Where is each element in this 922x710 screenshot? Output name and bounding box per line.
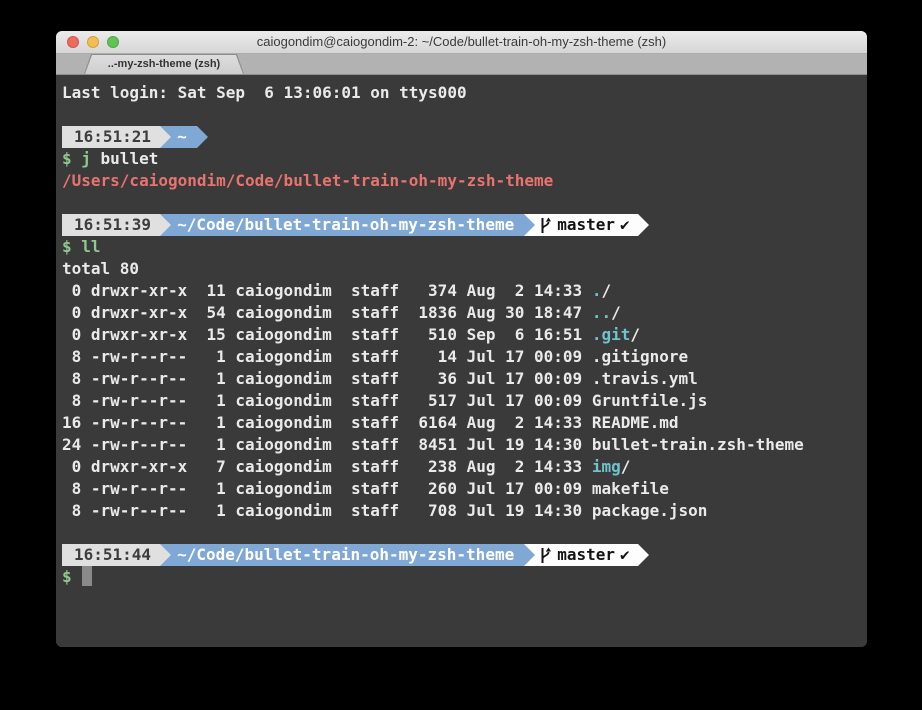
listing-row-meta: 8 -rw-r--r-- 1 caiogondim staff 14 Jul 1… <box>62 347 592 366</box>
listing-dir-slash: / <box>630 325 640 344</box>
listing-row-meta: 8 -rw-r--r-- 1 caiogondim staff 708 Jul … <box>62 501 592 520</box>
window-title: caiogondim@caiogondim-2: ~/Code/bullet-t… <box>56 31 867 53</box>
jump-output-line: /Users/caiogondim/Code/bullet-train-oh-m… <box>62 170 867 192</box>
powerline-arrow-icon <box>638 544 649 566</box>
zoom-button[interactable] <box>107 36 119 48</box>
prompt-git-segment: master ✔ <box>535 214 637 236</box>
cursor-line[interactable]: $ <box>62 566 867 588</box>
listing-file-name: .gitignore <box>592 347 688 366</box>
last-login-line: Last login: Sat Sep 6 13:06:01 on ttys00… <box>62 82 867 104</box>
listing-file-name: Gruntfile.js <box>592 391 708 410</box>
git-clean-check-icon: ✔ <box>620 544 630 566</box>
listing-row-meta: 16 -rw-r--r-- 1 caiogondim staff 6164 Au… <box>62 413 592 432</box>
text-cursor <box>82 566 92 586</box>
listing-file-name: makefile <box>592 479 669 498</box>
listing-row: 0 drwxr-xr-x 54 caiogondim staff 1836 Au… <box>62 302 867 324</box>
prompt-time-segment: 16:51:39 <box>62 214 160 236</box>
listing-row-meta: 0 drwxr-xr-x 54 caiogondim staff 1836 Au… <box>62 303 592 322</box>
prompt-symbol: $ <box>62 237 72 256</box>
file-listing: 0 drwxr-xr-x 11 caiogondim staff 374 Aug… <box>62 280 867 522</box>
prompt-row-1: 16:51:21 ~ <box>62 126 867 148</box>
prompt-time-segment: 16:51:44 <box>62 544 160 566</box>
tab-label: ..-my-zsh-theme (zsh) <box>85 55 243 74</box>
prompt-git-segment: master ✔ <box>535 544 637 566</box>
listing-row: 0 drwxr-xr-x 7 caiogondim staff 238 Aug … <box>62 456 867 478</box>
traffic-lights <box>67 36 119 48</box>
listing-row: 8 -rw-r--r-- 1 caiogondim staff 14 Jul 1… <box>62 346 867 368</box>
git-branch-name: master <box>557 544 615 566</box>
listing-file-name: .. <box>592 303 611 322</box>
blank-line <box>62 104 867 126</box>
listing-row: 8 -rw-r--r-- 1 caiogondim staff 260 Jul … <box>62 478 867 500</box>
listing-row-meta: 8 -rw-r--r-- 1 caiogondim staff 36 Jul 1… <box>62 369 592 388</box>
blank-line <box>62 522 867 544</box>
command-args: bullet <box>91 149 158 168</box>
prompt-time-segment: 16:51:21 <box>62 126 160 148</box>
git-clean-check-icon: ✔ <box>620 214 630 236</box>
listing-row: 8 -rw-r--r-- 1 caiogondim staff 36 Jul 1… <box>62 368 867 390</box>
prompt-path-segment: ~/Code/bullet-train-oh-my-zsh-theme <box>171 214 524 236</box>
listing-file-name: bullet-train.zsh-theme <box>592 435 804 454</box>
git-branch-icon <box>539 547 552 564</box>
powerline-arrow-icon <box>524 214 535 236</box>
close-button[interactable] <box>67 36 79 48</box>
listing-row: 24 -rw-r--r-- 1 caiogondim staff 8451 Ju… <box>62 434 867 456</box>
listing-dir-slash: / <box>601 281 611 300</box>
listing-file-name: README.md <box>592 413 679 432</box>
listing-row-meta: 0 drwxr-xr-x 11 caiogondim staff 374 Aug… <box>62 281 592 300</box>
command-line-2: $ ll <box>62 236 867 258</box>
listing-file-name: package.json <box>592 501 708 520</box>
powerline-arrow-icon <box>160 214 171 236</box>
listing-row-meta: 8 -rw-r--r-- 1 caiogondim staff 260 Jul … <box>62 479 592 498</box>
listing-row: 0 drwxr-xr-x 11 caiogondim staff 374 Aug… <box>62 280 867 302</box>
powerline-arrow-icon <box>638 214 649 236</box>
listing-total-line: total 80 <box>62 258 867 280</box>
command-text: ll <box>72 237 101 256</box>
listing-row-meta: 24 -rw-r--r-- 1 caiogondim staff 8451 Ju… <box>62 435 592 454</box>
blank-line <box>62 192 867 214</box>
powerline-arrow-icon <box>160 544 171 566</box>
listing-row-meta: 8 -rw-r--r-- 1 caiogondim staff 517 Jul … <box>62 391 592 410</box>
listing-row: 16 -rw-r--r-- 1 caiogondim staff 6164 Au… <box>62 412 867 434</box>
listing-dir-slash: / <box>621 457 631 476</box>
prompt-symbol: $ <box>62 567 72 586</box>
listing-row: 0 drwxr-xr-x 15 caiogondim staff 510 Sep… <box>62 324 867 346</box>
listing-row-meta: 0 drwxr-xr-x 15 caiogondim staff 510 Sep… <box>62 325 592 344</box>
git-branch-name: master <box>557 214 615 236</box>
title-bar[interactable]: caiogondim@caiogondim-2: ~/Code/bullet-t… <box>56 31 867 54</box>
prompt-row-3: 16:51:44 ~/Code/bullet-train-oh-my-zsh-t… <box>62 544 867 566</box>
prompt-path-segment: ~/Code/bullet-train-oh-my-zsh-theme <box>171 544 524 566</box>
terminal-content[interactable]: Last login: Sat Sep 6 13:06:01 on ttys00… <box>56 75 867 647</box>
powerline-arrow-icon <box>160 126 171 148</box>
tab-bar: ..-my-zsh-theme (zsh) <box>56 54 867 75</box>
powerline-arrow-icon <box>197 126 208 148</box>
git-branch-icon <box>539 217 552 234</box>
listing-row-meta: 0 drwxr-xr-x 7 caiogondim staff 238 Aug … <box>62 457 592 476</box>
powerline-arrow-icon <box>524 544 535 566</box>
listing-file-name: . <box>592 281 602 300</box>
listing-dir-slash: / <box>611 303 621 322</box>
listing-file-name: .git <box>592 325 631 344</box>
minimize-button[interactable] <box>87 36 99 48</box>
listing-file-name: img <box>592 457 621 476</box>
listing-row: 8 -rw-r--r-- 1 caiogondim staff 708 Jul … <box>62 500 867 522</box>
prompt-path-segment: ~ <box>171 126 197 148</box>
command-line-1: $ j bullet <box>62 148 867 170</box>
prompt-symbol: $ <box>62 149 72 168</box>
prompt-row-2: 16:51:39 ~/Code/bullet-train-oh-my-zsh-t… <box>62 214 867 236</box>
command-text: j <box>72 149 91 168</box>
tab-shell[interactable]: ..-my-zsh-theme (zsh) <box>84 54 244 74</box>
listing-file-name: .travis.yml <box>592 369 698 388</box>
listing-row: 8 -rw-r--r-- 1 caiogondim staff 517 Jul … <box>62 390 867 412</box>
terminal-window: caiogondim@caiogondim-2: ~/Code/bullet-t… <box>56 31 867 647</box>
